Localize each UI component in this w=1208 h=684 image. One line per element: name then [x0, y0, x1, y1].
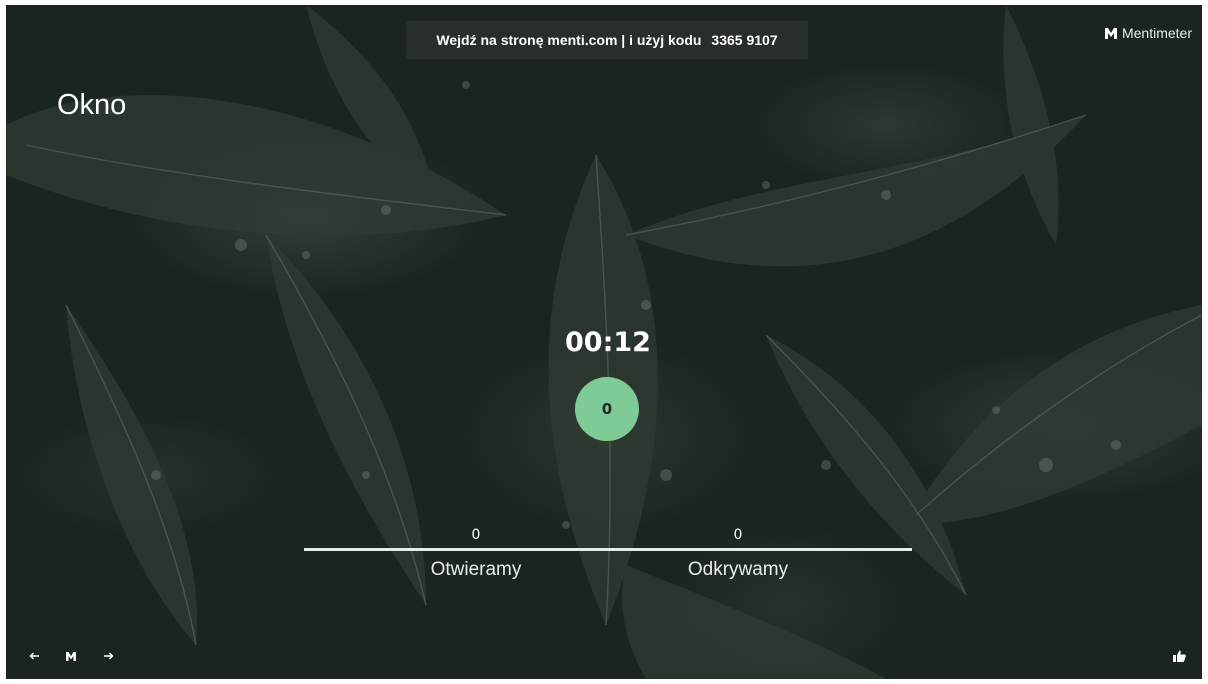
option-1-count: 0	[471, 527, 481, 543]
option-2-count: 0	[733, 527, 743, 543]
mentimeter-logo-icon	[66, 651, 76, 661]
previous-slide-button[interactable]	[24, 646, 44, 666]
thumbs-up-icon	[1172, 650, 1186, 662]
total-votes-indicator: 0	[575, 377, 639, 441]
join-instructions-text: Wejdź na stronę menti.com | i użyj kodu	[436, 32, 702, 48]
results-baseline	[304, 548, 912, 551]
option-1-label: Otwieramy	[430, 559, 522, 580]
brand-name: Mentimeter	[1121, 25, 1192, 41]
arrow-left-icon	[29, 652, 39, 660]
menu-button[interactable]	[61, 646, 81, 666]
next-slide-button[interactable]	[99, 646, 119, 666]
arrow-right-icon	[104, 652, 114, 660]
option-2-label: Odkrywamy	[687, 559, 789, 580]
mentimeter-brand: Mentimeter	[1104, 25, 1192, 41]
mentimeter-logo-icon	[1104, 27, 1117, 39]
presentation-slide: Wejdź na stronę menti.com | i użyj kodu …	[6, 5, 1202, 679]
join-instructions-bar: Wejdź na stronę menti.com | i użyj kodu …	[406, 21, 808, 59]
total-votes-count: 0	[601, 400, 613, 418]
countdown-timer: 00:12	[565, 327, 651, 358]
voting-code: 3365 9107	[711, 32, 778, 48]
slide-title: Okno	[57, 89, 127, 121]
reaction-button[interactable]	[1169, 646, 1189, 666]
